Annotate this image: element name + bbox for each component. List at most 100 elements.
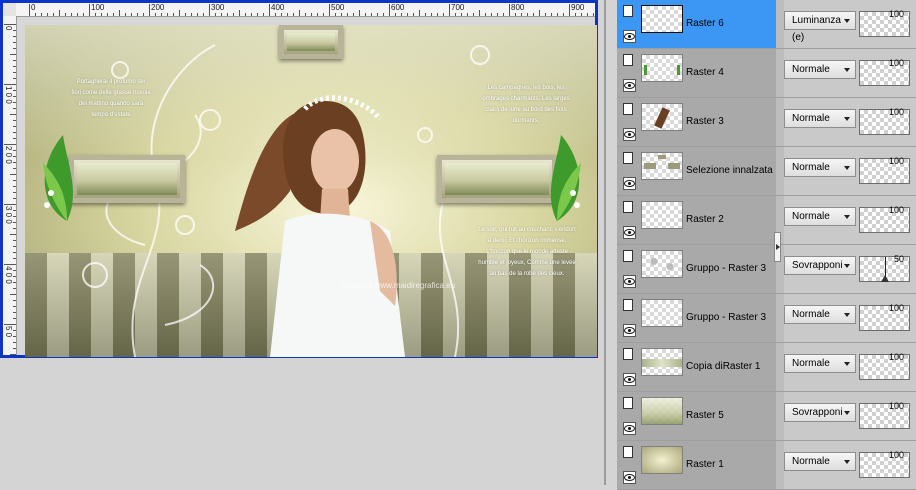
layer-name[interactable]: Raster 6 xyxy=(686,18,724,29)
ruler-tick xyxy=(299,10,300,16)
layer-row[interactable]: Raster 3 Normale 100 xyxy=(617,98,916,147)
opacity-slider[interactable]: 100 xyxy=(859,450,910,478)
layer-row[interactable]: Raster 1 Normale 100 xyxy=(617,441,916,490)
layer-info[interactable]: Selezione innalzata xyxy=(617,147,776,195)
layer-name[interactable]: Raster 2 xyxy=(686,214,724,225)
layer-name[interactable]: Raster 3 xyxy=(686,116,724,127)
layer-name[interactable]: Raster 5 xyxy=(686,410,724,421)
ruler-tick xyxy=(371,13,372,16)
horizontal-ruler[interactable]: 0 100 200 300 400 500 600 700 800 900 xyxy=(16,3,595,17)
opacity-slider[interactable]: 100 xyxy=(859,9,910,37)
opacity-handle[interactable] xyxy=(881,275,889,282)
blend-mode-select[interactable]: Normale xyxy=(784,60,856,79)
opacity-slider[interactable]: 100 xyxy=(859,352,910,380)
layer-thumbnail[interactable] xyxy=(641,250,683,278)
ruler-tick xyxy=(13,306,16,307)
ruler-tick xyxy=(10,294,16,295)
panel-divider[interactable] xyxy=(604,0,606,485)
chevron-down-icon xyxy=(844,19,850,23)
layer-info[interactable]: Gruppo - Raster 3 xyxy=(617,294,776,342)
layer-thumbnail[interactable] xyxy=(641,54,683,82)
blend-mode-select[interactable]: Sovrapponi xyxy=(784,403,856,422)
opacity-slider[interactable]: 100 xyxy=(859,303,910,331)
opacity-slider[interactable]: 100 xyxy=(859,401,910,429)
ruler-tick xyxy=(10,354,16,355)
layer-thumbnail[interactable] xyxy=(641,348,683,376)
layer-info[interactable]: Raster 4 xyxy=(617,49,776,97)
eye-icon[interactable] xyxy=(623,471,636,484)
blend-mode-select[interactable]: Normale xyxy=(784,109,856,128)
ruler-tick xyxy=(509,4,510,16)
ruler-tick xyxy=(4,204,16,205)
eye-icon[interactable] xyxy=(623,324,636,337)
eye-icon[interactable] xyxy=(623,226,636,239)
opacity-slider[interactable]: 100 xyxy=(859,58,910,86)
blend-mode-select[interactable]: Normale xyxy=(784,158,856,177)
eye-icon[interactable] xyxy=(623,422,636,435)
eye-icon[interactable] xyxy=(623,177,636,190)
blend-mode-select[interactable]: Normale xyxy=(784,452,856,471)
ruler-tick xyxy=(503,13,504,16)
layer-row-separator xyxy=(776,147,784,195)
layer-row[interactable]: Raster 4 Normale 100 xyxy=(617,49,916,98)
layer-row[interactable]: Copia diRaster 1 Normale 100 xyxy=(617,343,916,392)
ruler-tick xyxy=(155,13,156,16)
layer-info[interactable]: Copia diRaster 1 xyxy=(617,343,776,391)
layer-row[interactable]: Gruppo - Raster 3 Normale 100 xyxy=(617,294,916,343)
layer-thumbnail[interactable] xyxy=(641,201,683,229)
blend-mode-select[interactable]: Normale xyxy=(784,207,856,226)
opacity-slider[interactable]: 100 xyxy=(859,156,910,184)
layer-info[interactable]: Raster 1 xyxy=(617,441,776,489)
layer-info[interactable]: Raster 5 xyxy=(617,392,776,440)
layer-name[interactable]: Selezione innalzata xyxy=(686,165,773,176)
layer-row[interactable]: Raster 5 Sovrapponi 100 xyxy=(617,392,916,441)
layer-name[interactable]: Gruppo - Raster 3 xyxy=(686,312,766,323)
layer-info[interactable]: Raster 6 xyxy=(617,0,776,48)
layer-name[interactable]: Raster 4 xyxy=(686,67,724,78)
layer-thumbnail[interactable] xyxy=(641,5,683,33)
layer-thumbnail[interactable] xyxy=(641,299,683,327)
opacity-slider[interactable]: 50 xyxy=(859,254,910,282)
eye-icon[interactable] xyxy=(623,79,636,92)
right-leaf-ornament xyxy=(550,135,581,221)
eye-icon[interactable] xyxy=(623,275,636,288)
layer-thumbnail[interactable] xyxy=(641,103,683,131)
layer-thumbnail[interactable] xyxy=(641,152,683,180)
layer-name[interactable]: Gruppo - Raster 3 xyxy=(686,263,766,274)
collapse-arrow-icon[interactable] xyxy=(774,232,781,262)
ruler-tick xyxy=(215,13,216,16)
ruler-tick xyxy=(13,240,16,241)
layer-row[interactable]: Selezione innalzata Normale 100 xyxy=(617,147,916,196)
layer-thumbnail[interactable] xyxy=(641,446,683,474)
ruler-tick xyxy=(47,13,48,16)
chevron-down-icon xyxy=(844,460,850,464)
ruler-tick xyxy=(497,13,498,16)
layer-name[interactable]: Raster 1 xyxy=(686,459,724,470)
layer-info[interactable]: Gruppo - Raster 3 xyxy=(617,245,776,293)
ruler-tick xyxy=(515,13,516,16)
canvas-artwork[interactable]: Portagherai il profumo dei fiori come de… xyxy=(25,25,597,357)
ruler-tick xyxy=(13,270,16,271)
opacity-slider[interactable]: 100 xyxy=(859,205,910,233)
eye-icon[interactable] xyxy=(623,128,636,141)
vertical-ruler[interactable]: 0 1 0 0 2 0 0 3 0 0 4 0 0 5 0 xyxy=(3,16,17,355)
layer-info[interactable]: Raster 2 xyxy=(617,196,776,244)
layer-row-separator xyxy=(776,0,784,48)
layer-row[interactable]: Gruppo - Raster 3 Sovrapponi 50 xyxy=(617,245,916,294)
layer-row[interactable]: Raster 2 Normale 100 xyxy=(617,196,916,245)
layer-name[interactable]: Copia diRaster 1 xyxy=(686,361,760,372)
image-window[interactable]: 0 100 200 300 400 500 600 700 800 900 0 1 0 0 2 0 0… xyxy=(0,0,598,358)
blend-mode-select[interactable]: Sovrapponi xyxy=(784,256,856,275)
opacity-slider[interactable]: 100 xyxy=(859,107,910,135)
ruler-tick xyxy=(13,48,16,49)
ruler-tick xyxy=(13,150,16,151)
blend-mode-select[interactable]: Luminanza (e) xyxy=(784,11,856,43)
eye-icon[interactable] xyxy=(623,373,636,386)
eye-icon[interactable] xyxy=(623,30,636,43)
layer-info[interactable]: Raster 3 xyxy=(617,98,776,146)
layer-thumbnail[interactable] xyxy=(641,397,683,425)
blend-mode-select[interactable]: Normale xyxy=(784,305,856,324)
blend-mode-select[interactable]: Normale xyxy=(784,354,856,373)
right-frame xyxy=(437,155,557,203)
layer-row[interactable]: Raster 6 Luminanza (e) 100 xyxy=(617,0,916,49)
